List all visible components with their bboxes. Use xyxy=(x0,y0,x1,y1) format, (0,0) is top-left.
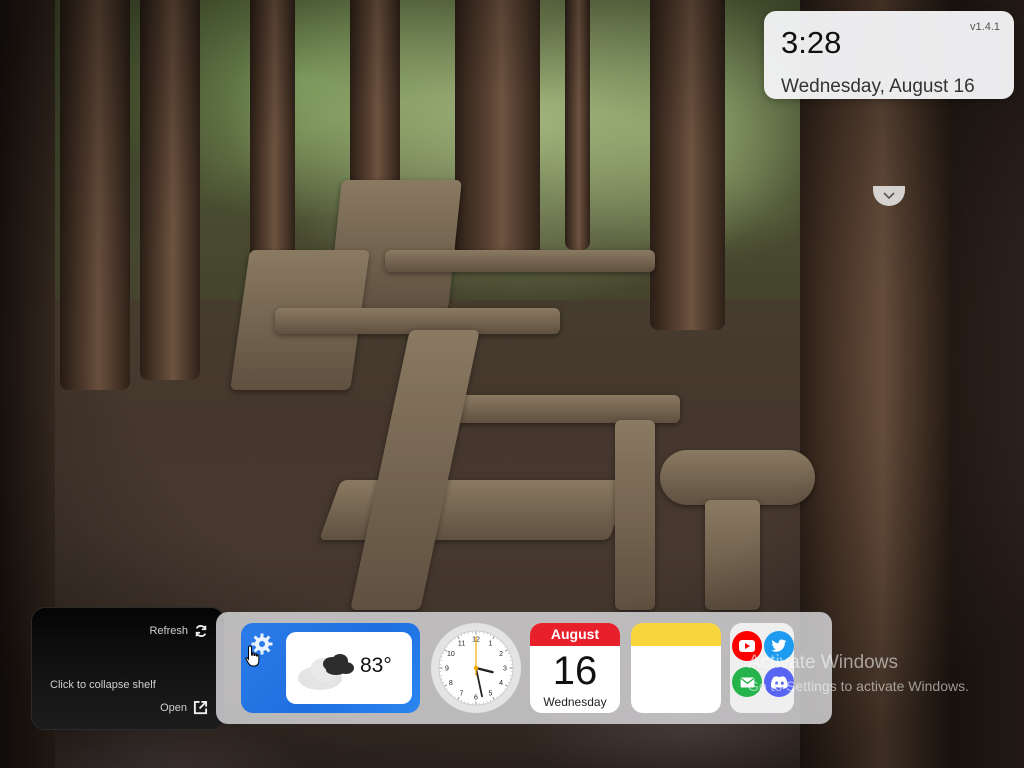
weather-temperature: 83° xyxy=(360,654,392,677)
collapse-label: Click to collapse shelf xyxy=(50,679,156,691)
current-time: 3:28 xyxy=(781,25,842,60)
clock-number: 11 xyxy=(458,640,465,647)
analog-clock-face: 121234567891011 xyxy=(434,626,518,710)
widget-dock: 83° 121234567891011 August 16 Wednesday xyxy=(216,612,832,724)
clock-number: 4 xyxy=(499,680,503,687)
analog-clock-widget[interactable]: 121234567891011 xyxy=(431,623,521,713)
cloud-icon xyxy=(298,654,354,690)
clock-number: 6 xyxy=(474,695,478,702)
calendar-month: August xyxy=(530,623,620,646)
hand-cursor-icon xyxy=(245,645,260,667)
clock-number: 8 xyxy=(449,680,453,687)
open-button[interactable]: Open xyxy=(160,700,208,715)
notes-widget[interactable] xyxy=(631,623,721,713)
weather-card: 83° xyxy=(286,632,412,704)
clock-number: 3 xyxy=(503,666,507,673)
collapse-shelf-button[interactable]: Click to collapse shelf xyxy=(50,679,156,691)
calendar-day: 16 xyxy=(552,649,598,693)
chevron-down-icon xyxy=(883,192,895,200)
calendar-widget[interactable]: August 16 Wednesday xyxy=(530,623,620,713)
clock-widget: v1.4.1 3:28 Wednesday, August 16 xyxy=(764,11,1014,99)
weather-widget[interactable]: 83° xyxy=(241,623,420,713)
clock-number: 10 xyxy=(447,651,455,658)
external-link-icon xyxy=(193,700,208,715)
watermark-title: Activate Windows xyxy=(748,652,898,673)
shelf-panel[interactable]: Refresh Click to collapse shelf Open xyxy=(31,607,225,730)
calendar-weekday: Wednesday xyxy=(543,695,607,709)
refresh-icon xyxy=(195,625,207,637)
refresh-label: Refresh xyxy=(149,625,188,637)
current-date: Wednesday, August 16 xyxy=(781,76,975,97)
open-label: Open xyxy=(160,701,187,714)
clock-number: 5 xyxy=(489,691,493,698)
refresh-button[interactable]: Refresh xyxy=(149,624,208,638)
clock-number: 7 xyxy=(460,691,464,698)
clock-number: 2 xyxy=(499,651,503,658)
clock-number: 9 xyxy=(445,666,449,673)
notes-header-bar xyxy=(631,623,721,646)
clock-number: 1 xyxy=(489,640,493,647)
watermark-subtitle: Go to Settings to activate Windows. xyxy=(748,678,969,694)
version-label: v1.4.1 xyxy=(970,21,1000,33)
activation-watermark: Activate Windows Go to Settings to activ… xyxy=(748,652,969,694)
